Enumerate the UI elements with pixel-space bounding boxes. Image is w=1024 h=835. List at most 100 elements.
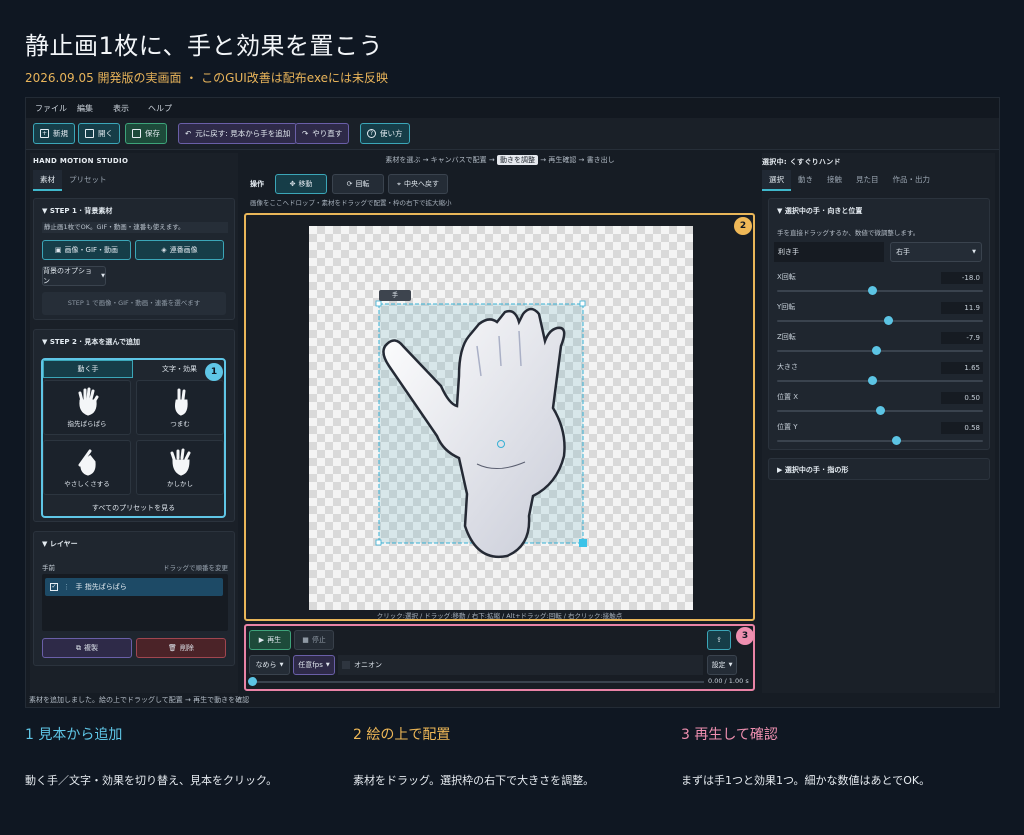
slider-label: 位置 Y xyxy=(777,423,798,431)
bg-options-dropdown[interactable]: 背景のオプション ▼ xyxy=(42,266,106,286)
tab-moving-hand[interactable]: 動く手 xyxy=(43,360,133,378)
breadcrumb-step[interactable]: 再生確認 xyxy=(548,156,576,164)
help-icon: ? xyxy=(367,129,376,138)
caret-down-icon: ▼ xyxy=(42,207,50,215)
caret-down-icon: ▼ xyxy=(777,207,785,215)
step-2-description: 素材をドラッグ。選択枠の右下で大きさを調整。 xyxy=(353,774,595,787)
all-presets-link[interactable]: すべてのプリセットを見る xyxy=(43,500,224,516)
tab-select[interactable]: 選択 xyxy=(762,170,791,191)
callout-badge-2: 2 xyxy=(734,217,752,235)
preset-fingertip[interactable]: 指先ぱらぱら xyxy=(43,380,131,435)
redo-button[interactable]: ↷ やり直す xyxy=(295,123,350,144)
slider-value[interactable]: 0.50 xyxy=(941,392,983,404)
playback-panel: ▶ 再生 ■ 停止 ⇪ 3 なめら ▼ 任意fps ▼ オニオン 設定 ▼ 0.00 / … xyxy=(244,624,755,691)
slider-value[interactable]: 11.9 xyxy=(941,302,983,314)
orientation-hint: 手を直接ドラッグするか、数値で微調整します。 xyxy=(777,229,920,237)
breadcrumb-step[interactable]: 動きを調整 xyxy=(497,155,538,165)
time-readout: 0.00 / 1.00 s xyxy=(708,677,749,685)
slider-value[interactable]: 1.65 xyxy=(941,362,983,374)
play-button[interactable]: ▶ 再生 xyxy=(249,630,291,650)
tab-contact[interactable]: 接触 xyxy=(820,170,849,191)
timeline-knob[interactable] xyxy=(248,677,257,686)
move-tool-button[interactable]: ✥ 移動 xyxy=(275,174,327,194)
checkbox-icon[interactable]: ✓ xyxy=(50,583,58,591)
status-bar: 素材を追加しました。絵の上でドラッグして配置 → 再生で動きを確認 xyxy=(29,696,250,704)
transparent-canvas[interactable]: 手 xyxy=(309,226,693,610)
menu-help[interactable]: ヘルプ xyxy=(148,103,172,114)
menu-edit[interactable]: 編集 xyxy=(77,103,93,114)
finger-shape-header[interactable]: ▶ 選択中の手 · 指の形 xyxy=(777,465,848,475)
layers-header[interactable]: ▼ レイヤー xyxy=(42,539,78,549)
center-reset-button[interactable]: ⌖ 中央へ戻す xyxy=(388,174,448,194)
layer-item[interactable]: ✓ ⋮ 手 指先ぱらぱら xyxy=(45,578,223,596)
preset-gentle-rub[interactable]: やさしくさする xyxy=(43,440,131,495)
finger-shape-section[interactable]: ▶ 選択中の手 · 指の形 xyxy=(768,458,990,480)
tab-material[interactable]: 素材 xyxy=(33,170,62,191)
hand-icon xyxy=(78,449,96,476)
media-button[interactable]: ▣ 画像・GIF・動画 xyxy=(42,240,131,260)
delete-button[interactable]: 🗑 削除 xyxy=(136,638,226,658)
breadcrumb-arrow: → xyxy=(576,156,587,164)
canvas-area[interactable]: 手 クリック:選択 / ドラッグ:移動 / 右下:拡縮 / Alt+ドラッグ:回… xyxy=(244,213,755,621)
redo-icon: ↷ xyxy=(302,129,309,138)
menu-bar: ファイル 編集 表示 ヘルプ xyxy=(26,98,999,118)
breadcrumb-step[interactable]: 書き出し xyxy=(587,156,615,164)
slider-knob[interactable] xyxy=(867,286,877,295)
export-button[interactable]: ⇪ xyxy=(707,630,731,650)
new-file-icon: + xyxy=(40,129,49,138)
breadcrumb-step[interactable]: キャンバスで配置 xyxy=(431,156,487,164)
rotate-tool-button[interactable]: ⟳ 回転 xyxy=(332,174,384,194)
settings-button[interactable]: 設定 ▼ xyxy=(707,655,737,675)
slider-track[interactable] xyxy=(777,290,983,292)
duplicate-button[interactable]: ⧉ 複製 xyxy=(42,638,132,658)
undo-button[interactable]: ↶ 元に戻す: 見本から手を追加 xyxy=(178,123,298,144)
tab-output[interactable]: 作品・出力 xyxy=(886,170,938,191)
slider-value[interactable]: -18.0 xyxy=(941,272,983,284)
step1-hint: 静止画1枚でOK。GIF・動画・連番も使えます。 xyxy=(42,222,228,233)
slider-knob[interactable] xyxy=(867,376,877,385)
stop-button[interactable]: ■ 停止 xyxy=(294,630,334,650)
slider-knob[interactable] xyxy=(884,316,894,325)
dropdown-icon: ▼ xyxy=(101,273,105,279)
menu-view[interactable]: 表示 xyxy=(113,103,129,114)
help-button[interactable]: ? 使い方 xyxy=(360,123,410,144)
layers-section: ▼ レイヤー 手前 ドラッグで順番を変更 ✓ ⋮ 手 指先ぱらぱら ⧉ 複製 🗑 削… xyxy=(33,531,235,666)
drag-handle-icon[interactable]: ⋮ xyxy=(63,583,70,591)
breadcrumb-arrow: → xyxy=(538,156,549,164)
checkbox-icon[interactable] xyxy=(342,661,350,669)
save-button[interactable]: 保存 xyxy=(125,123,167,144)
slider-row: 位置 X 0.50 xyxy=(777,392,983,418)
hand-sprite[interactable] xyxy=(309,226,693,610)
timeline-track[interactable] xyxy=(252,681,704,683)
menu-file[interactable]: ファイル xyxy=(35,103,67,114)
breadcrumb-step[interactable]: 素材を選ぶ xyxy=(385,156,420,164)
sequence-button[interactable]: ◈ 連番画像 xyxy=(135,240,224,260)
slider-knob[interactable] xyxy=(871,346,881,355)
preset-scratch[interactable]: かしかし xyxy=(136,440,224,495)
handedness-select[interactable]: 右手 ▼ xyxy=(890,242,982,262)
step2-section: ▼ STEP 2 · 見本を選んで追加 動く手 文字・効果 指先ぱらぱら つまむ… xyxy=(33,329,235,522)
fps-select[interactable]: 任意fps ▼ xyxy=(293,655,335,675)
tab-preset[interactable]: プリセット xyxy=(62,170,114,191)
new-button[interactable]: + 新規 xyxy=(33,123,75,144)
slider-track[interactable] xyxy=(777,320,983,322)
dropdown-icon: ▼ xyxy=(728,662,733,668)
dropdown-icon: ▼ xyxy=(325,662,330,668)
slider-value[interactable]: 0.58 xyxy=(941,422,983,434)
slider-knob[interactable] xyxy=(892,436,902,445)
preset-pinch[interactable]: つまむ xyxy=(136,380,224,435)
slider-track[interactable] xyxy=(777,380,983,382)
step1-header[interactable]: ▼ STEP 1 · 背景素材 xyxy=(42,206,112,216)
slider-knob[interactable] xyxy=(876,406,885,415)
step2-header[interactable]: ▼ STEP 2 · 見本を選んで追加 xyxy=(42,337,140,347)
rotate-icon: ⟳ xyxy=(346,180,353,188)
slider-track[interactable] xyxy=(777,440,983,442)
onion-toggle[interactable]: オニオン xyxy=(338,655,703,675)
slider-value[interactable]: -7.9 xyxy=(941,332,983,344)
tab-motion[interactable]: 動き xyxy=(791,170,820,191)
open-button[interactable]: 開く xyxy=(78,123,120,144)
orientation-header[interactable]: ▼ 選択中の手 · 向きと位置 xyxy=(777,206,862,216)
caret-down-icon: ▼ xyxy=(42,338,50,346)
tab-appearance[interactable]: 見た目 xyxy=(849,170,886,191)
easing-select[interactable]: なめら ▼ xyxy=(249,655,290,675)
